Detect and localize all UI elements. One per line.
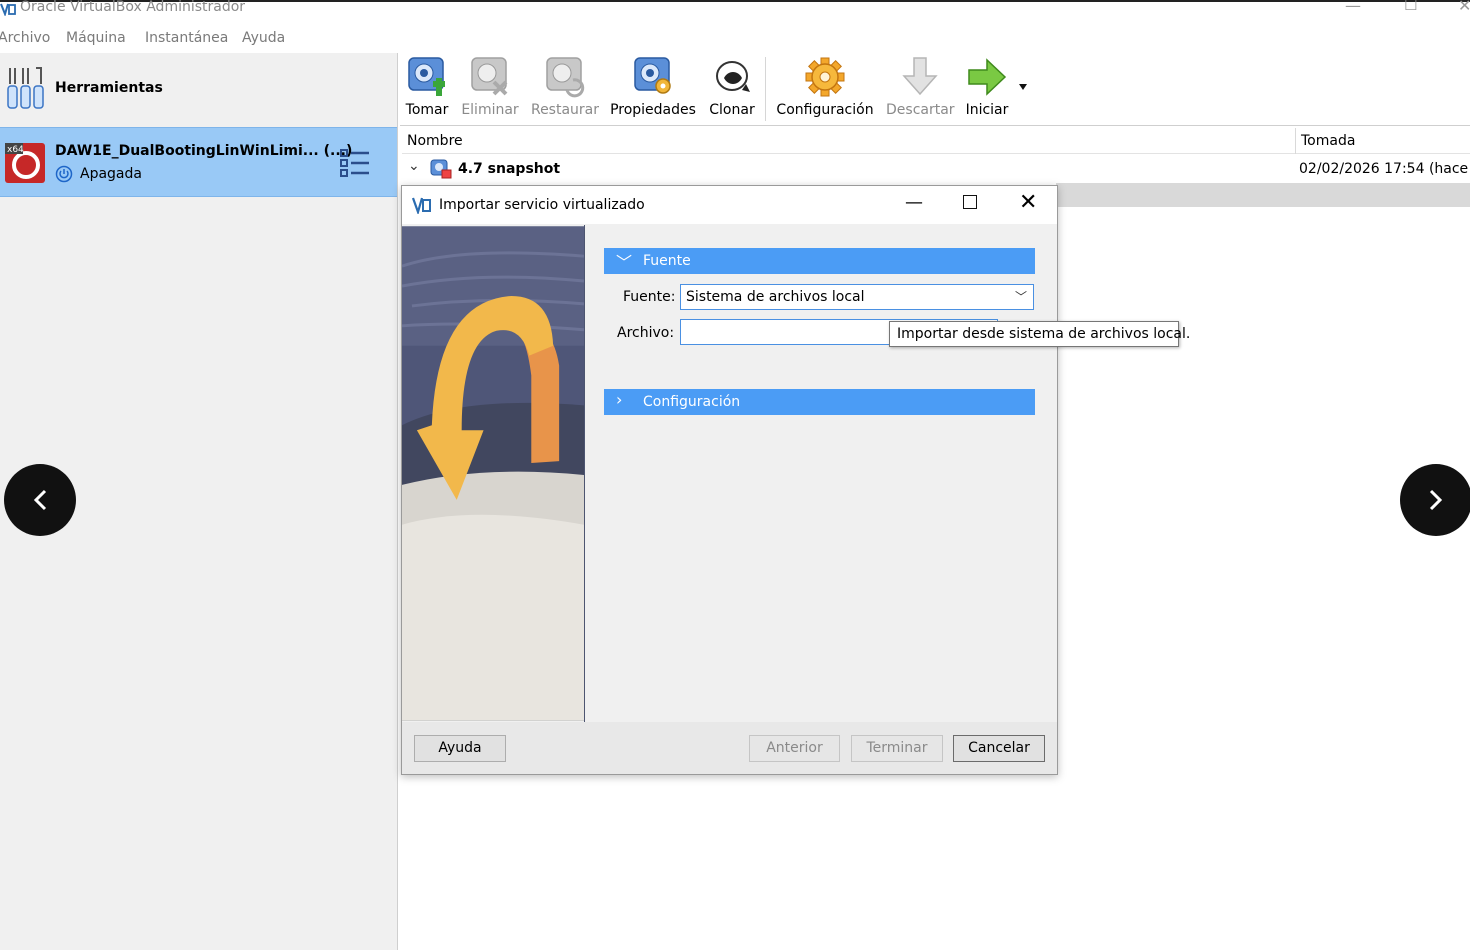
- source-select[interactable]: Sistema de archivos local ﹀: [680, 284, 1034, 310]
- restore-snapshot-icon: [546, 57, 585, 98]
- restore-snapshot-button[interactable]: Restaurar: [530, 53, 600, 125]
- window-close-button[interactable]: ✕: [1458, 0, 1470, 15]
- next-slide-button[interactable]: [1400, 464, 1470, 536]
- dialog-title: Importar servicio virtualizado: [439, 197, 645, 213]
- restore-snapshot-label: Restaurar: [530, 102, 600, 118]
- dialog-close-button[interactable]: ✕: [1019, 190, 1037, 215]
- properties-icon: [634, 57, 671, 94]
- tools-label: Herramientas: [55, 80, 163, 96]
- list-menu-icon[interactable]: [338, 147, 372, 179]
- discard-button[interactable]: Descartar: [886, 53, 955, 125]
- vm-list-item[interactable]: x64 DAW1E_DualBootingLinWinLimi... (...)…: [0, 127, 397, 197]
- section-settings-label: Configuración: [643, 394, 741, 410]
- settings-button[interactable]: Configuración: [775, 53, 875, 125]
- snapshot-row-selected[interactable]: [1056, 183, 1470, 207]
- sidebar-item-tools[interactable]: Herramientas: [0, 53, 397, 125]
- help-button[interactable]: Ayuda: [414, 735, 506, 762]
- tooltip: Importar desde sistema de archivos local…: [889, 321, 1190, 347]
- power-off-icon: [55, 165, 73, 183]
- clone-label: Clonar: [709, 102, 755, 118]
- toolbar-separator: [765, 57, 766, 121]
- start-arrow-icon: [968, 58, 1007, 96]
- clone-button[interactable]: Clonar: [705, 53, 759, 125]
- delete-snapshot-label: Eliminar: [461, 102, 519, 118]
- chevron-down-icon[interactable]: ⌄: [408, 158, 420, 174]
- file-label: Archivo:: [617, 325, 675, 341]
- discard-arrow-icon: [902, 57, 938, 96]
- snapshot-icon: [430, 159, 452, 179]
- start-button[interactable]: Iniciar: [960, 53, 1014, 125]
- delete-snapshot-icon: [471, 57, 508, 96]
- menu-ayuda[interactable]: Ayuda: [242, 30, 285, 46]
- start-dropdown-icon[interactable]: [1018, 83, 1028, 91]
- start-label: Iniciar: [965, 102, 1009, 118]
- snapshot-toolbar: Tomar Eliminar Restaurar Propiedades Clo…: [400, 53, 1470, 126]
- finish-button[interactable]: Terminar: [851, 735, 943, 762]
- snapshot-name: 4.7 snapshot: [458, 161, 561, 177]
- virtualbox-logo-icon: [0, 3, 16, 16]
- vm-state: Apagada: [80, 166, 142, 182]
- discard-label: Descartar: [886, 102, 955, 118]
- column-header-name[interactable]: Nombre: [407, 133, 463, 149]
- dialog-titlebar: Importar servicio virtualizado — ✕: [402, 186, 1057, 224]
- column-header-taken[interactable]: Tomada: [1301, 133, 1355, 149]
- chevron-right-icon: ›: [616, 390, 623, 409]
- back-button[interactable]: Anterior: [749, 735, 840, 762]
- take-snapshot-label: Tomar: [405, 102, 449, 118]
- section-settings-header[interactable]: › Configuración: [604, 389, 1035, 415]
- snapshot-row[interactable]: ⌄ 4.7 snapshot 02/02/2026 17:54 (hace 1 …: [402, 156, 1470, 182]
- dialog-maximize-button[interactable]: [963, 195, 977, 209]
- take-snapshot-button[interactable]: Tomar: [402, 53, 452, 125]
- source-label: Fuente:: [623, 289, 676, 305]
- tools-icon: [7, 67, 44, 109]
- dialog-footer: Ayuda Anterior Terminar Cancelar: [402, 722, 1057, 774]
- column-divider[interactable]: [1295, 128, 1296, 154]
- take-snapshot-icon: [408, 57, 445, 96]
- source-select-value: Sistema de archivos local: [686, 289, 865, 305]
- chevron-down-icon: ﹀: [616, 253, 633, 272]
- chevron-right-icon: [1429, 489, 1443, 511]
- window-titlebar: Oracle VirtualBox Administrador — ☐ ✕: [0, 0, 1470, 24]
- virtualbox-logo-icon: [412, 197, 431, 214]
- delete-snapshot-button[interactable]: Eliminar: [460, 53, 520, 125]
- menu-maquina[interactable]: Máquina: [66, 30, 126, 46]
- clone-sheep-icon: [716, 61, 750, 92]
- snapshot-date: 02/02/2026 17:54 (hace 1 d: [1299, 161, 1470, 177]
- vm-arch-badge: x64: [7, 145, 24, 155]
- properties-label: Propiedades: [610, 102, 696, 118]
- chevron-down-icon: ﹀: [1015, 290, 1028, 304]
- section-source-label: Fuente: [643, 253, 691, 269]
- section-source-header[interactable]: ﹀ Fuente: [604, 248, 1035, 274]
- wizard-illustration: [402, 225, 585, 722]
- snapshot-table-header: Nombre Tomada: [402, 128, 1470, 154]
- previous-slide-button[interactable]: [4, 464, 76, 536]
- menu-bar: Archivo Máquina Instantánea Ayuda: [0, 27, 1470, 51]
- gear-icon: [805, 57, 845, 97]
- window-title: Oracle VirtualBox Administrador: [20, 0, 246, 15]
- window-maximize-button[interactable]: ☐: [1404, 0, 1417, 14]
- vm-os-icon: x64: [5, 143, 45, 183]
- settings-label: Configuración: [776, 102, 874, 118]
- properties-button[interactable]: Propiedades: [609, 53, 697, 125]
- window-minimize-button[interactable]: —: [1345, 0, 1361, 15]
- vm-name: DAW1E_DualBootingLinWinLimi... (...): [55, 143, 353, 159]
- import-appliance-dialog: Importar servicio virtualizado — ✕ ﹀ Fue…: [401, 185, 1190, 775]
- cancel-button[interactable]: Cancelar: [953, 735, 1045, 762]
- menu-archivo[interactable]: Archivo: [0, 30, 50, 46]
- chevron-left-icon: [33, 489, 47, 511]
- dialog-minimize-button[interactable]: —: [905, 192, 923, 213]
- menu-instantanea[interactable]: Instantánea: [145, 30, 228, 46]
